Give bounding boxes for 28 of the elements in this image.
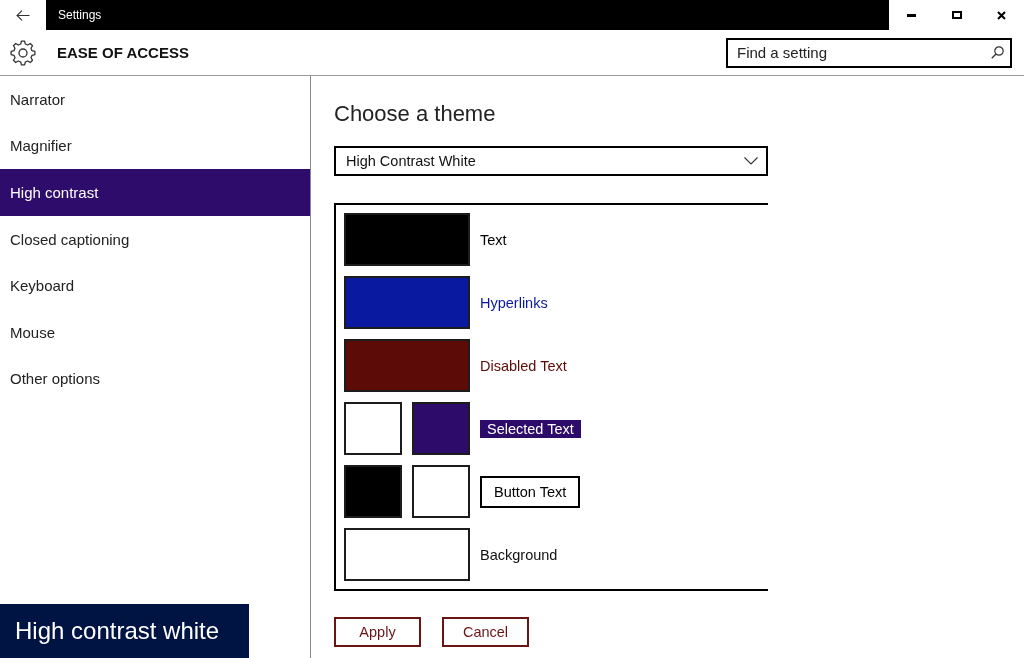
sidebar-item[interactable]: Narrator [0, 76, 310, 123]
sidebar-item[interactable]: High contrast [0, 169, 310, 216]
preview-label: Hyperlinks [480, 294, 548, 311]
settings-icon [10, 39, 36, 66]
search-field[interactable]: Find a setting [726, 37, 1012, 68]
preview-label: Background [480, 546, 558, 563]
window-title: Settings [58, 8, 102, 22]
chevron-down-icon [744, 157, 758, 165]
preview-label: Text [480, 231, 507, 248]
action-button[interactable]: Cancel [442, 617, 529, 647]
theme-dropdown[interactable]: High Contrast White [334, 146, 768, 176]
search-icon [991, 45, 1004, 59]
minimize-icon [907, 13, 916, 17]
maximize-icon [951, 11, 962, 19]
page-title: EASE OF ACCESS [57, 44, 189, 61]
back-arrow-icon [16, 9, 30, 21]
selected-text-sample: Selected Text [480, 419, 581, 438]
sidebar-item[interactable]: Closed captioning [0, 215, 310, 263]
sidebar-item[interactable]: Keyboard [0, 262, 310, 309]
close-icon [997, 10, 1006, 20]
section-heading: Choose a theme [334, 100, 496, 128]
action-button[interactable]: Apply [334, 617, 421, 647]
sidebar-item[interactable]: Other options [0, 355, 310, 403]
button-text-sample: Button Text [480, 475, 581, 508]
caption-label: High contrast white [0, 604, 249, 658]
sidebar-item[interactable]: Mouse [0, 308, 310, 356]
sidebar-item[interactable]: Magnifier [0, 122, 310, 170]
preview-label: Disabled Text [480, 357, 567, 374]
